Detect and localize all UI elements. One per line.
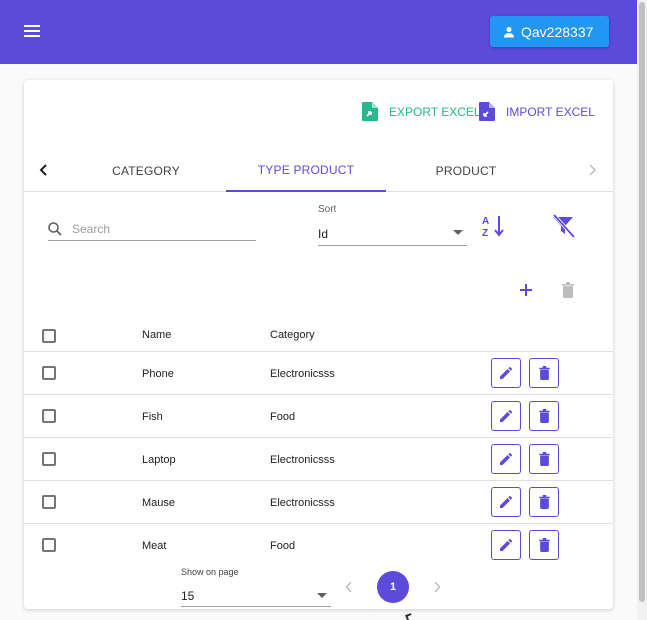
chevron-down-icon (317, 593, 327, 598)
delete-button[interactable] (529, 358, 559, 388)
column-header-category: Category (270, 329, 315, 341)
cell-category: Food (270, 540, 296, 552)
edit-button[interactable] (491, 530, 521, 560)
cell-category: Electronicsss (270, 368, 335, 380)
hamburger-menu-icon[interactable] (24, 25, 40, 39)
cell-category: Electronicsss (270, 497, 335, 509)
trash-icon (538, 366, 550, 380)
sort-direction-button[interactable]: A Z (479, 211, 509, 241)
table-row: Mause Electronicsss (24, 481, 613, 524)
page-size-select[interactable]: 15 (181, 585, 331, 607)
table-row: Laptop Electronicsss (24, 438, 613, 481)
svg-text:Z: Z (482, 228, 488, 238)
column-header-name: Name (142, 329, 172, 341)
cell-name: Phone (142, 368, 174, 380)
main-card: EXPORT EXCEL IMPORT EXCEL CATEGORY TYPE … (24, 80, 613, 609)
excel-file-icon (362, 102, 378, 121)
tab-product[interactable]: PRODUCT (386, 150, 546, 192)
user-name: Qav228337 (521, 23, 594, 40)
table-row: Meat Food (24, 524, 613, 567)
tab-scroll-left-icon[interactable] (34, 160, 54, 180)
tab-bar: CATEGORY TYPE PRODUCT PRODUCT (24, 150, 613, 192)
trash-icon (538, 538, 550, 552)
cell-name: Laptop (142, 454, 176, 466)
row-checkbox[interactable] (42, 538, 56, 552)
import-excel-button[interactable]: IMPORT EXCEL (479, 102, 595, 121)
app-bar: Qav228337 (0, 0, 637, 64)
pencil-icon (500, 409, 513, 422)
trash-icon (538, 495, 550, 509)
filter-off-icon (552, 213, 576, 239)
tab-category[interactable]: CATEGORY (66, 150, 226, 192)
search-input[interactable] (72, 221, 242, 236)
cell-name: Meat (142, 540, 167, 552)
clear-filter-button[interactable] (546, 211, 580, 241)
delete-selected-button[interactable] (556, 278, 580, 302)
export-excel-label: EXPORT EXCEL (389, 104, 481, 119)
edit-button[interactable] (491, 487, 521, 517)
row-checkbox[interactable] (42, 366, 56, 380)
delete-button[interactable] (529, 487, 559, 517)
row-checkbox[interactable] (42, 452, 56, 466)
edit-button[interactable] (491, 358, 521, 388)
table-header: Name Category (24, 312, 613, 352)
delete-button[interactable] (529, 530, 559, 560)
edit-button[interactable] (491, 401, 521, 431)
sort-alpha-down-icon: A Z (482, 216, 504, 238)
import-excel-label: IMPORT EXCEL (506, 104, 595, 119)
select-all-checkbox[interactable] (42, 329, 56, 343)
sort-value: Id (318, 227, 329, 241)
cell-name: Mause (142, 497, 176, 509)
trash-icon (538, 452, 550, 466)
row-checkbox[interactable] (42, 495, 56, 509)
pencil-icon (500, 452, 513, 465)
search-icon (48, 221, 62, 236)
delete-button[interactable] (529, 444, 559, 474)
page-scrollbar[interactable] (637, 0, 647, 620)
cell-name: Fish (142, 411, 163, 423)
pencil-icon (500, 538, 513, 551)
delete-button[interactable] (529, 401, 559, 431)
person-icon (504, 26, 514, 37)
edit-button[interactable] (491, 444, 521, 474)
import-file-icon (479, 102, 495, 121)
page-size-label: Show on page (181, 567, 239, 577)
cell-category: Food (270, 411, 296, 423)
row-checkbox[interactable] (42, 409, 56, 423)
trash-icon (538, 409, 550, 423)
user-account-button[interactable]: Qav228337 (490, 16, 609, 47)
export-excel-button[interactable]: EXPORT EXCEL (362, 102, 481, 121)
sort-select[interactable]: Id (318, 222, 467, 246)
pencil-icon (500, 366, 513, 379)
svg-text:A: A (482, 216, 489, 227)
sort-label: Sort (318, 204, 337, 215)
mouse-cursor-icon (405, 613, 413, 620)
next-page-icon[interactable] (427, 577, 447, 597)
cell-category: Electronicsss (270, 454, 335, 466)
search-field (48, 217, 256, 241)
scrollbar-thumb[interactable] (639, 2, 645, 602)
pencil-icon (500, 495, 513, 508)
table-row: Phone Electronicsss (24, 352, 613, 395)
tab-scroll-right-icon[interactable] (582, 160, 602, 180)
previous-page-icon[interactable] (339, 577, 359, 597)
page-size-value: 15 (181, 589, 195, 603)
page-number-button[interactable]: 1 (377, 571, 409, 603)
add-button[interactable] (514, 278, 538, 302)
trash-icon (562, 282, 574, 298)
plus-icon (520, 284, 532, 296)
tab-type-product[interactable]: TYPE PRODUCT (226, 150, 386, 192)
table-row: Fish Food (24, 395, 613, 438)
chevron-down-icon (453, 230, 463, 235)
